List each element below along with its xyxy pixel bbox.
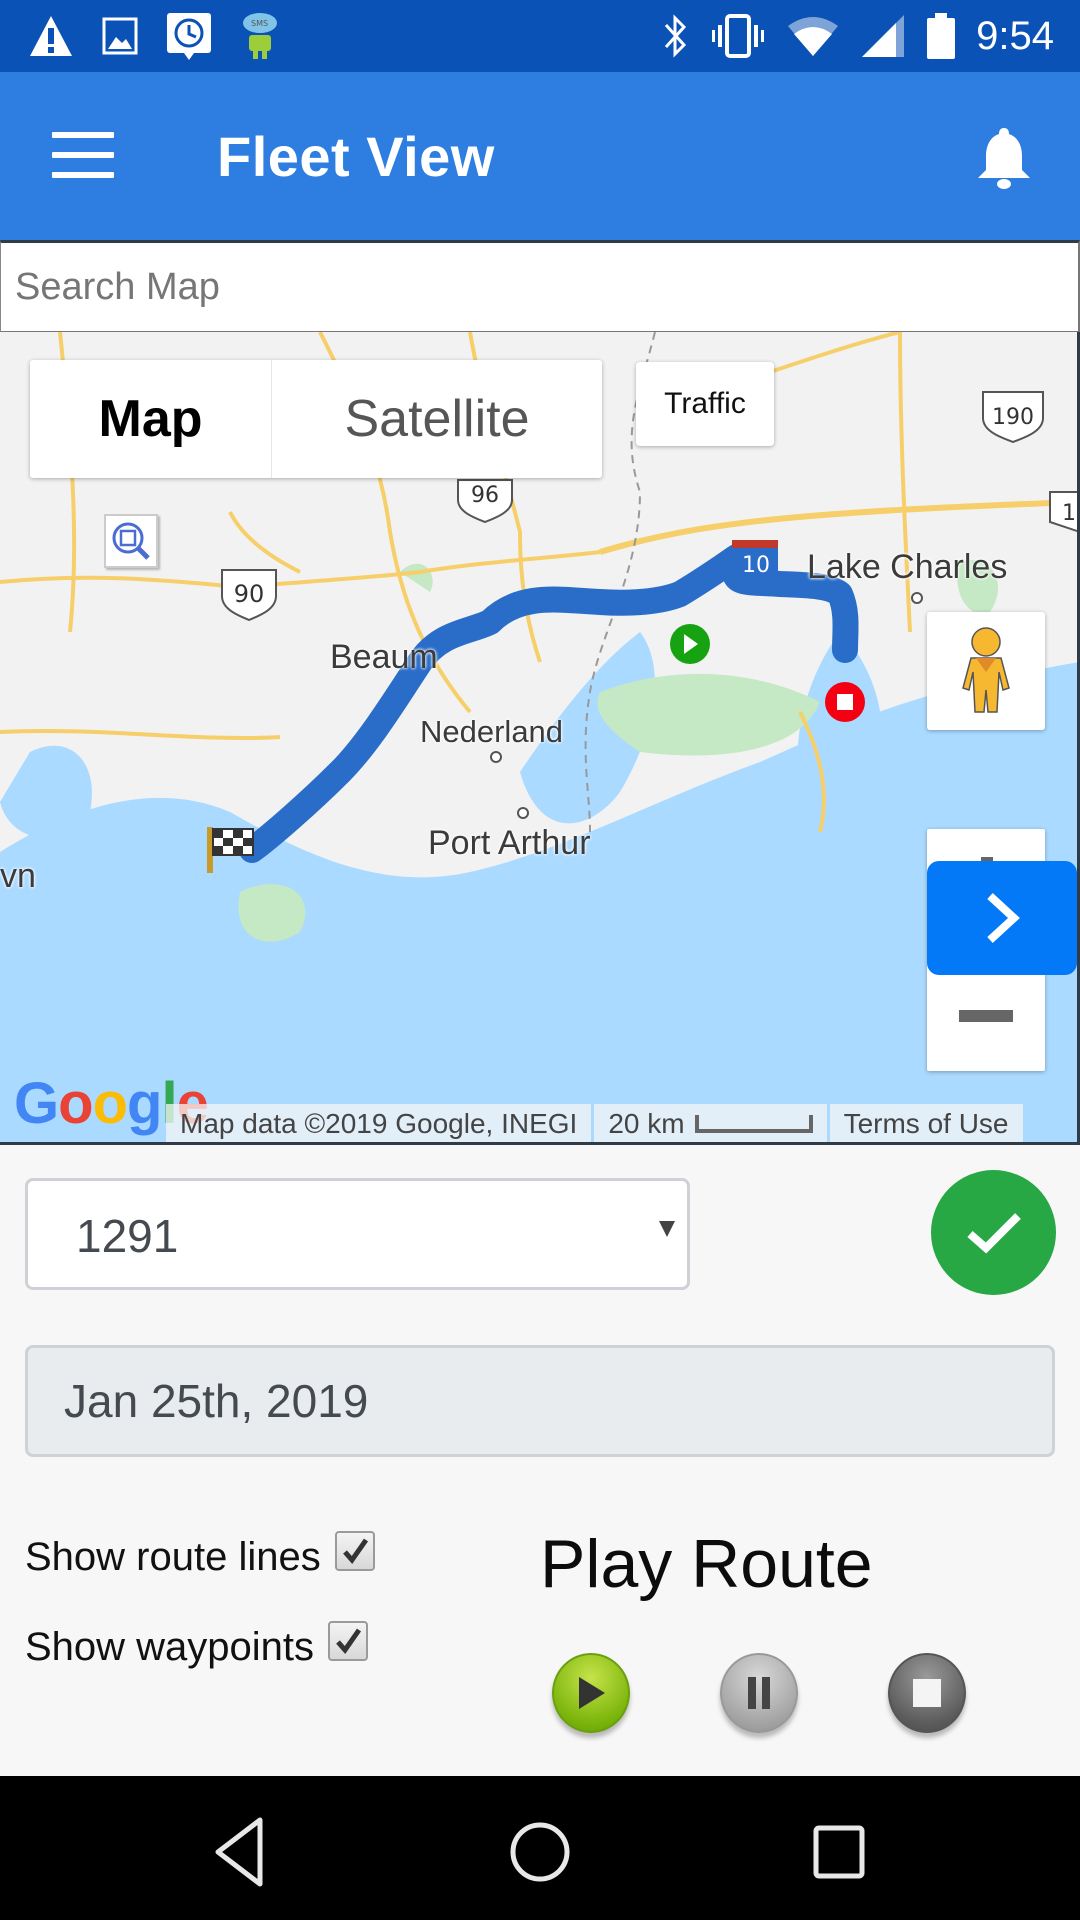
map-attribution: Map data ©2019 Google, INEGI [166,1104,592,1142]
recents-icon [813,1825,865,1879]
hamburger-menu-icon[interactable] [52,132,114,180]
svg-text:10: 10 [742,553,770,578]
highway-shield-16: 16 [1049,491,1080,533]
back-button[interactable] [200,1812,290,1892]
date-input[interactable] [28,1348,1052,1454]
city-dot [911,592,923,604]
interstate-shield-10: 10 [732,540,778,594]
checkmark-icon [336,1628,362,1654]
warning-icon [30,16,72,56]
terms-of-use-link[interactable]: Terms of Use [829,1104,1023,1142]
play-route-heading: Play Route [540,1526,873,1602]
dropdown-arrow-icon [659,1221,675,1237]
map-label-port-arthur: Port Arthur [428,824,591,862]
search-map-input[interactable] [1,243,1078,331]
play-button[interactable] [552,1653,630,1733]
status-bar: SMS 9:54 [0,0,1080,72]
highway-shield-96: 96 [457,479,513,524]
city-dot [490,751,502,763]
show-waypoints-toggle[interactable]: Show waypoints [25,1620,369,1670]
show-route-lines-checkbox[interactable] [334,1530,375,1571]
scale-bar [694,1115,813,1133]
route-controls-panel: 1291 Show route lines Show waypoints Pla… [0,1145,1080,1776]
show-waypoints-label: Show waypoints [25,1625,315,1669]
vehicle-select-value: 1291 [76,1210,179,1262]
city-dot [517,807,529,819]
checkmark-icon [966,1212,1021,1253]
recents-button[interactable] [795,1812,885,1892]
svg-text:90: 90 [234,580,265,608]
map-label-nederland: Nederland [420,714,564,749]
show-route-lines-toggle[interactable]: Show route lines [25,1530,375,1580]
park-area [597,673,820,756]
map-view[interactable]: 96 90 190 10 16 Beaum Nederland Port Art… [0,332,1080,1145]
app-bar: Fleet View [0,72,1080,240]
map-type-satellite-button[interactable]: Satellite [272,360,602,478]
park-area [400,563,433,592]
confirm-button[interactable] [931,1170,1056,1295]
wifi-icon [788,17,839,56]
start-marker[interactable] [670,624,710,664]
system-nav-bar [0,1776,1080,1920]
pause-icon [748,1677,770,1709]
app-title: Fleet View [217,125,495,188]
stop-icon [913,1679,941,1707]
checkmark-icon [342,1538,368,1564]
svg-text:190: 190 [992,405,1034,430]
sms-android-icon: SMS [243,13,277,59]
signal-icon [862,15,905,57]
end-marker[interactable] [825,682,865,722]
highway-shield-90: 90 [221,569,277,622]
map-label-beaumont: Beaum [330,638,438,676]
svg-text:SMS: SMS [251,19,268,28]
home-icon [510,1822,570,1882]
clock: 9:54 [976,13,1054,58]
chevron-right-icon [987,893,1020,943]
zoom-out-button[interactable] [927,979,1045,1071]
vibrate-icon [712,14,765,58]
battery-icon [927,13,956,59]
bay-left [0,745,92,838]
zoom-to-fit-icon[interactable] [104,514,158,568]
map-scale[interactable]: 20 km [594,1104,827,1142]
image-icon [102,17,138,55]
bluetooth-icon [665,14,687,58]
svg-text:96: 96 [471,483,499,508]
map-type-map-button[interactable]: Map [30,360,272,478]
street-view-pegman-button[interactable] [927,612,1045,730]
map-type-control: Map Satellite [30,360,602,478]
map-label-edge: vn [0,857,36,895]
stop-button[interactable] [888,1653,966,1733]
park-area [238,884,306,942]
vehicle-select[interactable]: 1291 [25,1178,690,1290]
back-icon [215,1817,263,1887]
sync-message-icon [167,13,211,60]
date-field[interactable] [25,1345,1055,1457]
traffic-button[interactable]: Traffic [636,362,774,446]
map-attribution-bar: Map data ©2019 Google, INEGI 20 km Terms… [166,1104,1026,1142]
highway-shield-190: 190 [982,391,1044,444]
show-waypoints-checkbox[interactable] [328,1620,369,1661]
bell-icon[interactable] [976,126,1032,190]
play-icon [579,1677,605,1709]
home-button[interactable] [495,1812,585,1892]
show-route-lines-label: Show route lines [25,1535,321,1579]
map-label-lake-charles: Lake Charles [807,548,1008,586]
pause-button[interactable] [720,1653,798,1733]
svg-text:16: 16 [1062,501,1080,526]
next-panel-button[interactable] [927,861,1077,975]
search-bar [0,240,1080,332]
